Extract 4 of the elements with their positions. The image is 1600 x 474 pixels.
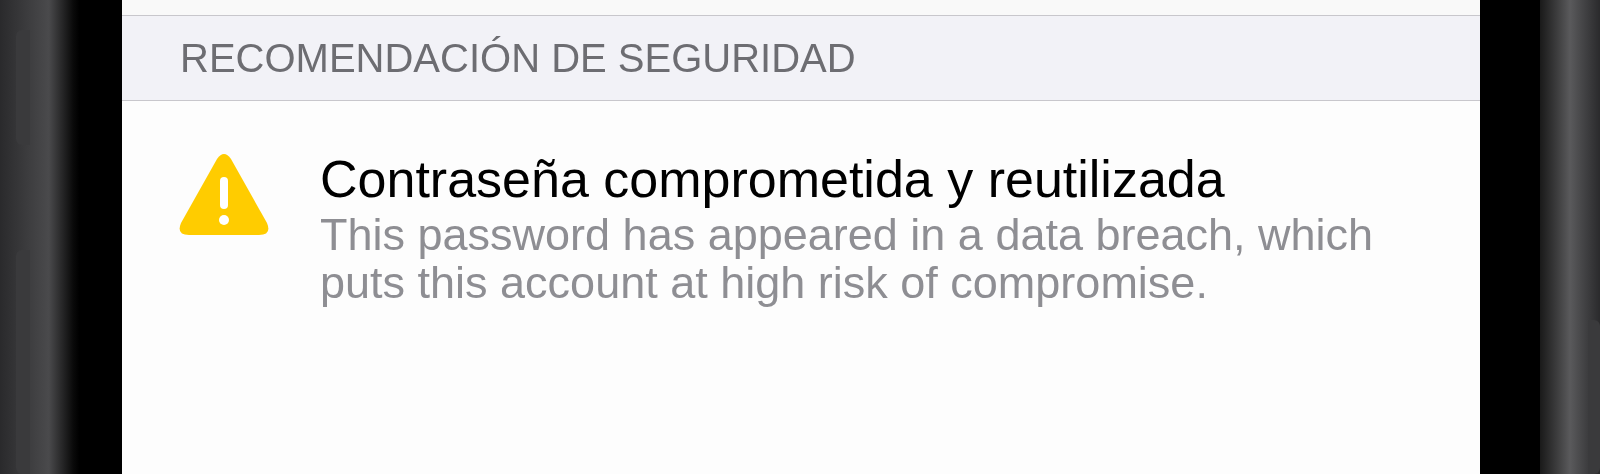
alert-description: This password has appeared in a data breach, which puts this account at high risk of compromise.: [320, 211, 1375, 307]
warning-icon: [178, 153, 270, 237]
alert-title: Contraseña comprometida y reutilizada: [320, 149, 1226, 209]
section-header: RECOMENDACIÓN DE SEGURIDAD: [180, 38, 856, 78]
